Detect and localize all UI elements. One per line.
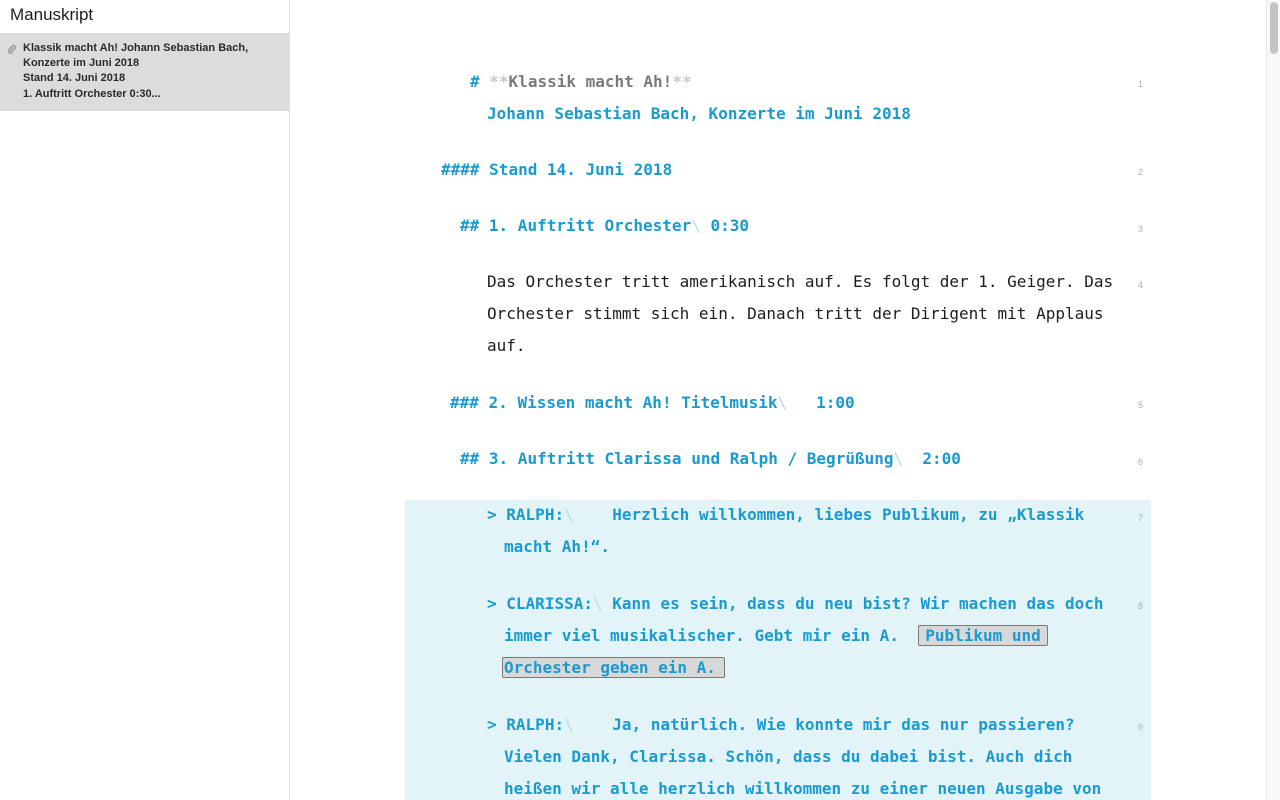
line-number: 4	[1138, 280, 1144, 290]
paragraph-line[interactable]: Das Orchester tritt amerikanisch auf. Es…	[487, 272, 1113, 291]
heading-2[interactable]: ## 1. Auftritt Orchester\ 0:30	[460, 216, 749, 235]
quote-marker: >	[487, 594, 497, 613]
vertical-scrollbar[interactable]	[1266, 0, 1280, 800]
heading-text: 1. Auftritt Orchester	[488, 216, 692, 235]
dialogue-text: immer viel musikalischer. Gebt mir ein A…	[504, 626, 899, 645]
stage-direction-highlight[interactable]: Publikum und	[918, 625, 1048, 646]
line-number: 8	[1138, 601, 1144, 611]
line-break-marker: \	[564, 505, 574, 524]
heading-3[interactable]: ### 2. Wissen macht Ah! Titelmusik\ 1:00	[450, 393, 855, 412]
heading-marker: ##	[460, 216, 480, 235]
paragraph-line[interactable]: auf.	[487, 336, 526, 355]
dialogue-text: Herzlich willkommen, liebes Publikum, zu…	[612, 505, 1085, 524]
heading-2[interactable]: ## 3. Auftritt Clarissa und Ralph / Begr…	[460, 449, 961, 468]
heading-text: 2. Wissen macht Ah! Titelmusik	[488, 393, 778, 412]
sidebar-title: Manuskript	[10, 5, 94, 24]
line-break-marker: \	[893, 449, 904, 468]
preview-line: Klassik macht Ah! Johann Sebastian Bach,	[23, 42, 249, 54]
preview-line: Konzerte im Juni 2018	[23, 57, 140, 70]
scrollbar-thumb[interactable]	[1270, 2, 1278, 54]
line-number: 6	[1138, 457, 1144, 467]
blockquote-line[interactable]: > CLARISSA:\ Kann es sein, dass du neu b…	[487, 594, 1104, 613]
markdown-editor[interactable]: # **Klassik macht Ah!** Johann Sebastian…	[290, 0, 1266, 800]
line-number: 2	[1138, 167, 1144, 177]
timecode: 0:30	[710, 216, 750, 235]
bold-marker: **	[672, 72, 692, 91]
blockquote-line[interactable]: > RALPH:\ Herzlich willkommen, liebes Pu…	[487, 505, 1084, 524]
line-number: 7	[1138, 513, 1144, 523]
blockquote-line[interactable]: immer viel musikalischer. Gebt mir ein A…	[504, 625, 1048, 646]
blockquote-line[interactable]: Orchester geben ein A.	[502, 657, 725, 678]
heading-4[interactable]: #### Stand 14. Juni 2018	[441, 160, 672, 179]
quote-marker: >	[487, 505, 497, 524]
document-title: Klassik macht Ah!	[508, 72, 673, 91]
preview-line: Stand 14. Juni 2018	[23, 72, 126, 85]
dialogue-text[interactable]: heißen wir alle herzlich willkommen zu e…	[504, 779, 1101, 798]
heading-marker: ####	[441, 160, 480, 179]
blockquote-line[interactable]: > RALPH:\ Ja, natürlich. Wie konnte mir …	[487, 715, 1075, 734]
line-number: 9	[1138, 722, 1144, 732]
timecode: 2:00	[922, 449, 961, 468]
heading-marker: ##	[460, 449, 480, 468]
line-number: 3	[1138, 224, 1144, 234]
line-number: 1	[1138, 79, 1144, 89]
heading-subtitle[interactable]: Johann Sebastian Bach, Konzerte im Juni …	[487, 104, 911, 123]
line-break-marker: \	[564, 715, 574, 734]
heading-text: Stand 14. Juni 2018	[489, 160, 673, 179]
dialogue-text[interactable]: macht Ah!“.	[504, 537, 610, 556]
heading-marker: #	[470, 72, 480, 91]
heading-marker: ###	[450, 393, 479, 412]
dialogue-text: Kann es sein, dass du neu bist? Wir mach…	[612, 594, 1104, 613]
speaker-label: RALPH:	[506, 715, 565, 734]
dialogue-text[interactable]: Vielen Dank, Clarissa. Schön, dass du da…	[504, 747, 1072, 766]
stage-direction-highlight[interactable]: Orchester geben ein A.	[502, 657, 725, 678]
paperclip-icon	[7, 44, 17, 55]
dialogue-text: Ja, natürlich. Wie konnte mir das nur pa…	[612, 715, 1075, 734]
quote-marker: >	[487, 715, 497, 734]
line-break-marker: \	[592, 594, 603, 613]
preview-line: 1. Auftritt Orchester 0:30...	[23, 87, 161, 100]
bold-marker: **	[489, 72, 509, 91]
speaker-label: CLARISSA:	[506, 594, 593, 613]
line-break-marker: \	[777, 393, 788, 412]
line-break-marker: \	[691, 216, 701, 235]
heading-1[interactable]: # **Klassik macht Ah!**	[470, 72, 692, 91]
sidebar: Manuskript Klassik macht Ah! Johann Seba…	[0, 0, 290, 800]
heading-text: 3. Auftritt Clarissa und Ralph / Begrüßu…	[488, 449, 894, 468]
line-number: 5	[1138, 400, 1144, 410]
document-list-item[interactable]: Klassik macht Ah! Johann Sebastian Bach,…	[0, 33, 289, 111]
document-preview: Klassik macht Ah! Johann Sebastian Bach,…	[23, 41, 248, 102]
timecode: 1:00	[816, 393, 855, 412]
paragraph-line[interactable]: Orchester stimmt sich ein. Danach tritt …	[487, 304, 1104, 323]
speaker-label: RALPH:	[506, 505, 565, 524]
